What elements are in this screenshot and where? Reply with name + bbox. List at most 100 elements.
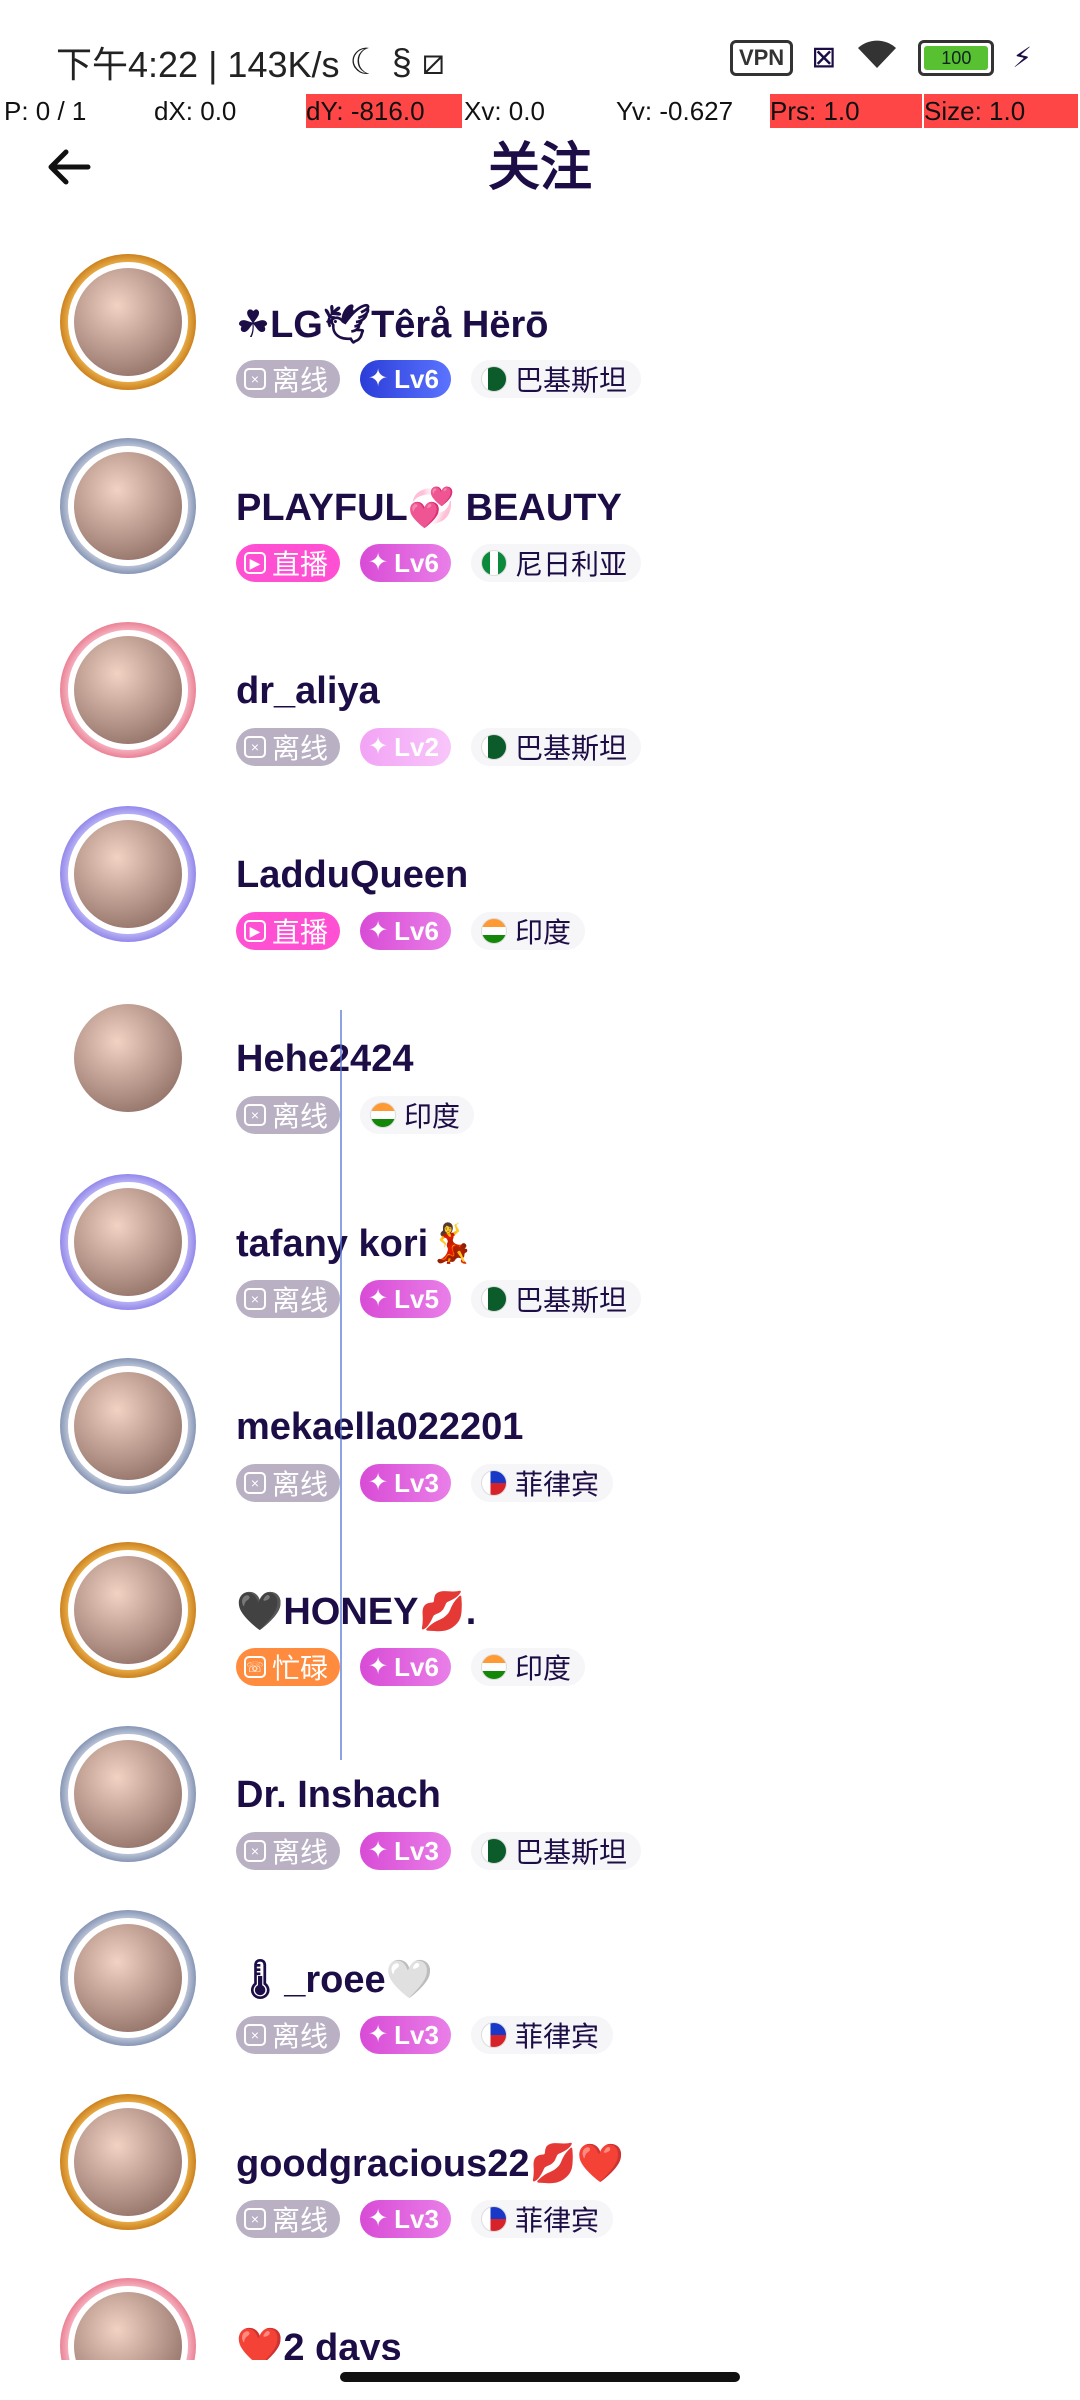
user-name: mekaella022201 bbox=[236, 1406, 524, 1448]
avatar-frame[interactable] bbox=[60, 254, 196, 390]
status-badge: ▶ 直播 bbox=[236, 912, 341, 950]
level-badge: ✦ Lv3 bbox=[360, 2200, 451, 2238]
country-label: 印度 bbox=[404, 1101, 461, 1132]
status-label: 离线 bbox=[272, 1469, 329, 1500]
tv-icon: × bbox=[244, 1472, 266, 1494]
star-icon: ✦ bbox=[368, 1653, 389, 1680]
avatar bbox=[68, 1182, 188, 1302]
status-badge: × 离线 bbox=[236, 2200, 341, 2238]
home-indicator[interactable] bbox=[340, 2372, 740, 2382]
country-label: 菲律宾 bbox=[514, 1469, 599, 1500]
status-badge: × 离线 bbox=[236, 1096, 341, 1134]
flag-icon bbox=[480, 1470, 507, 1496]
following-list[interactable]: ☘LG🕊Têrå Hërō × 离线 ✦ Lv6 巴基斯坦 PLAYFUL💞 BEAUTY ▶… bbox=[0, 210, 1080, 2360]
user-row[interactable]: 🖤HONEY💋. ☏ 忙碌 ✦ Lv6 印度 bbox=[0, 1498, 1080, 1686]
avatar-frame[interactable] bbox=[60, 1542, 196, 1678]
level-label: Lv3 bbox=[394, 1835, 439, 1866]
country-badge: 印度 bbox=[470, 912, 585, 950]
avatar-frame[interactable] bbox=[60, 1726, 196, 1862]
level-label: Lv6 bbox=[394, 363, 439, 394]
level-label: Lv5 bbox=[394, 1283, 439, 1314]
signal-off-icon: ⧄ bbox=[421, 40, 445, 82]
tv-icon: × bbox=[244, 1288, 266, 1310]
user-row[interactable]: Dr. Inshach × 离线 ✦ Lv3 巴基斯坦 bbox=[0, 1682, 1080, 1870]
user-row[interactable]: goodgracious22💋❤️ × 离线 ✦ Lv3 菲律宾 bbox=[0, 2050, 1080, 2238]
country-badge: 菲律宾 bbox=[470, 2200, 613, 2238]
phone-icon: ☏ bbox=[244, 1656, 266, 1678]
star-icon: ✦ bbox=[368, 365, 389, 392]
user-row[interactable]: Hehe2424 × 离线 印度 bbox=[0, 946, 1080, 1134]
avatar-frame[interactable] bbox=[60, 438, 196, 574]
avatar-frame[interactable] bbox=[60, 990, 196, 1126]
avatar-frame[interactable] bbox=[60, 1358, 196, 1494]
user-badges: ▶ 直播 ✦ Lv6 尼日利亚 bbox=[236, 544, 641, 582]
user-badges: × 离线 ✦ Lv2 巴基斯坦 bbox=[236, 728, 641, 766]
status-badge: × 离线 bbox=[236, 1464, 341, 1502]
moon-icon: ☾ bbox=[349, 41, 382, 82]
user-row[interactable]: ☘LG🕊Têrå Hërō × 离线 ✦ Lv6 巴基斯坦 bbox=[0, 210, 1080, 398]
flag-icon bbox=[480, 2206, 507, 2232]
flag-icon bbox=[480, 1286, 507, 1312]
star-icon: ✦ bbox=[368, 549, 389, 576]
status-badge: ▶ 直播 bbox=[236, 544, 341, 582]
avatar-frame[interactable] bbox=[60, 2278, 196, 2360]
country-badge: 印度 bbox=[470, 1648, 585, 1686]
star-icon: ✦ bbox=[368, 1837, 389, 1864]
user-row[interactable]: LadduQueen ▶ 直播 ✦ Lv6 印度 bbox=[0, 762, 1080, 950]
user-name: dr_aliya bbox=[236, 670, 380, 712]
country-label: 巴基斯坦 bbox=[514, 733, 627, 764]
user-badges: × 离线 ✦ Lv3 菲律宾 bbox=[236, 2200, 613, 2238]
level-label: Lv3 bbox=[394, 2019, 439, 2050]
flag-icon bbox=[480, 366, 507, 392]
status-badge: × 离线 bbox=[236, 728, 341, 766]
level-badge: ✦ Lv6 bbox=[360, 360, 451, 398]
level-badge: ✦ Lv5 bbox=[360, 1280, 451, 1318]
avatar-frame[interactable] bbox=[60, 2094, 196, 2230]
country-label: 印度 bbox=[514, 917, 571, 948]
country-label: 巴基斯坦 bbox=[514, 1837, 627, 1868]
no-sim-icon: ⊠ bbox=[811, 41, 837, 74]
country-label: 尼日利亚 bbox=[514, 549, 627, 580]
user-name: Hehe2424 bbox=[236, 1038, 414, 1080]
user-row[interactable]: PLAYFUL💞 BEAUTY ▶ 直播 ✦ Lv6 尼日利亚 bbox=[0, 394, 1080, 582]
avatar bbox=[68, 1366, 188, 1486]
user-badges: ▶ 直播 ✦ Lv6 印度 bbox=[236, 912, 585, 950]
debug-xv: Xv: 0.0 bbox=[464, 96, 545, 126]
sim-icon: § bbox=[391, 41, 412, 82]
user-row[interactable]: 🌡_roee🤍 × 离线 ✦ Lv3 菲律宾 bbox=[0, 1866, 1080, 2054]
user-name: goodgracious22💋❤️ bbox=[236, 2143, 625, 2185]
page-header: 关注 bbox=[0, 128, 1080, 208]
flag-icon bbox=[480, 734, 507, 760]
user-row[interactable]: dr_aliya × 离线 ✦ Lv2 巴基斯坦 bbox=[0, 578, 1080, 766]
debug-p: P: 0 / 1 bbox=[4, 96, 87, 126]
star-icon: ✦ bbox=[368, 917, 389, 944]
user-row[interactable]: mekaella022201 × 离线 ✦ Lv3 菲律宾 bbox=[0, 1314, 1080, 1502]
user-row[interactable]: ❤️2 days bbox=[0, 2234, 1080, 2360]
avatar-frame[interactable] bbox=[60, 622, 196, 758]
avatar-frame[interactable] bbox=[60, 1910, 196, 2046]
flag-icon bbox=[480, 2022, 507, 2048]
user-row[interactable]: tafany kori💃 × 离线 ✦ Lv5 巴基斯坦 bbox=[0, 1130, 1080, 1318]
status-right: VPN ⊠ 100 ⚡ bbox=[729, 38, 1032, 77]
status-label: 离线 bbox=[272, 1101, 329, 1132]
user-name: Dr. Inshach bbox=[236, 1774, 441, 1816]
user-name: LadduQueen bbox=[236, 854, 469, 896]
status-time: 下午4:22 | 143K/s bbox=[56, 44, 340, 85]
avatar-frame[interactable] bbox=[60, 806, 196, 942]
avatar-frame[interactable] bbox=[60, 1174, 196, 1310]
avatar bbox=[68, 262, 188, 382]
user-name: PLAYFUL💞 BEAUTY bbox=[236, 487, 622, 529]
status-badge: × 离线 bbox=[236, 1832, 341, 1870]
level-badge: ✦ Lv6 bbox=[360, 1648, 451, 1686]
country-label: 菲律宾 bbox=[514, 2205, 599, 2236]
star-icon: ✦ bbox=[368, 2021, 389, 2048]
debug-dx: dX: 0.0 bbox=[154, 96, 237, 126]
avatar bbox=[68, 446, 188, 566]
level-badge: ✦ Lv6 bbox=[360, 544, 451, 582]
level-badge: ✦ Lv3 bbox=[360, 1464, 451, 1502]
status-label: 离线 bbox=[272, 2021, 329, 2052]
country-label: 菲律宾 bbox=[514, 2021, 599, 2052]
status-left: 下午4:22 | 143K/s ☾ § ⧄ bbox=[56, 36, 445, 88]
tv-icon: × bbox=[244, 736, 266, 758]
tv-icon: × bbox=[244, 1104, 266, 1126]
